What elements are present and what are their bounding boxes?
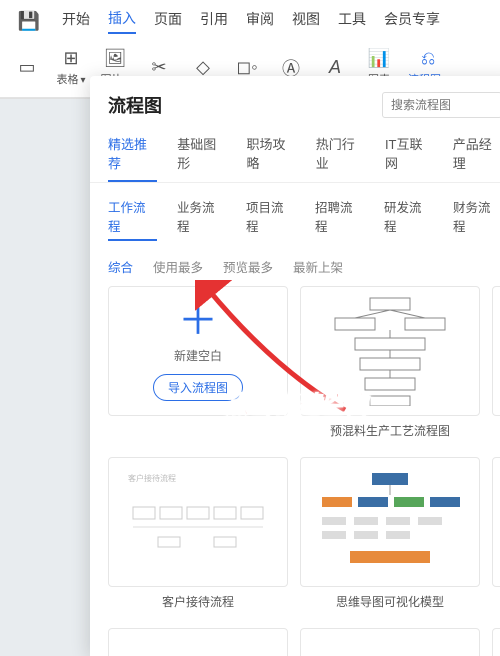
menu-vip[interactable]: 会员专享 xyxy=(384,9,440,33)
menu-review[interactable]: 审阅 xyxy=(246,9,274,33)
subcat-business[interactable]: 业务流程 xyxy=(177,197,226,241)
menu-start[interactable]: 开始 xyxy=(62,9,90,33)
menu-insert[interactable]: 插入 xyxy=(108,8,136,34)
search-input[interactable] xyxy=(382,92,500,118)
template-caption: 流程图, xyxy=(492,416,500,445)
template-card[interactable]: ... xyxy=(108,628,288,656)
new-blank-label: 新建空白 xyxy=(174,347,222,364)
sort-overall[interactable]: 综合 xyxy=(108,257,133,276)
template-card[interactable]: 预混料生产工艺流程图 xyxy=(300,286,480,445)
panel-title: 流程图 xyxy=(108,92,162,118)
plus-icon: ＋ xyxy=(178,301,218,341)
cut-icon[interactable]: ✂ xyxy=(144,57,174,78)
shapes-icon[interactable]: ◇ xyxy=(188,57,218,78)
cat-it[interactable]: IT互联网 xyxy=(385,134,433,182)
flowchart-panel: 流程图 精选推荐 基础图形 职场攻略 热门行业 IT互联网 产品经理 工作流程 … xyxy=(90,76,500,656)
menu-view[interactable]: 视图 xyxy=(292,9,320,33)
template-card[interactable]: 流程图, xyxy=(492,286,500,445)
subcat-rd[interactable]: 研发流程 xyxy=(384,197,433,241)
cat-workplace[interactable]: 职场攻略 xyxy=(246,134,295,182)
subcat-work[interactable]: 工作流程 xyxy=(108,197,157,241)
subcat-finance[interactable]: 财务流程 xyxy=(453,197,500,241)
template-caption: 预混料生产工艺流程图 xyxy=(300,416,480,445)
shape-group-icon[interactable]: ◻◦ xyxy=(232,57,262,78)
cat-featured[interactable]: 精选推荐 xyxy=(108,134,157,182)
menu-reference[interactable]: 引用 xyxy=(200,9,228,33)
template-card-new[interactable]: ＋ 新建空白 导入流程图 xyxy=(108,286,288,445)
template-card[interactable]: ... xyxy=(300,628,480,656)
menu-tools[interactable]: 工具 xyxy=(338,9,366,33)
svg-text:客户接待流程: 客户接待流程 xyxy=(128,473,176,483)
template-caption: 团队协 xyxy=(492,587,500,616)
template-card[interactable]: 思维导图可视化模型 xyxy=(300,457,480,616)
cover-button[interactable]: ▭ xyxy=(12,57,42,78)
template-card[interactable]: 团队协 xyxy=(492,457,500,616)
sort-preview[interactable]: 预览最多 xyxy=(223,257,273,276)
import-flowchart-button[interactable]: 导入流程图 xyxy=(153,374,243,401)
wordart-icon[interactable]: A xyxy=(320,57,350,78)
cat-industry[interactable]: 热门行业 xyxy=(316,134,365,182)
template-caption: 客户接待流程 xyxy=(108,587,288,616)
template-caption: 思维导图可视化模型 xyxy=(300,587,480,616)
menu-page[interactable]: 页面 xyxy=(154,9,182,33)
subcat-recruit[interactable]: 招聘流程 xyxy=(315,197,364,241)
template-card[interactable]: 客户接待流程 客户接待流程 xyxy=(108,457,288,616)
sort-newest[interactable]: 最新上架 xyxy=(293,257,343,276)
template-card[interactable]: ... xyxy=(492,628,500,656)
save-icon[interactable]: 💾 xyxy=(14,11,44,32)
subcat-project[interactable]: 项目流程 xyxy=(246,197,295,241)
cat-pm[interactable]: 产品经理 xyxy=(453,134,500,182)
sort-used[interactable]: 使用最多 xyxy=(153,257,203,276)
cat-basic[interactable]: 基础图形 xyxy=(177,134,226,182)
table-button[interactable]: ⊞ 表格▾ xyxy=(56,48,86,87)
